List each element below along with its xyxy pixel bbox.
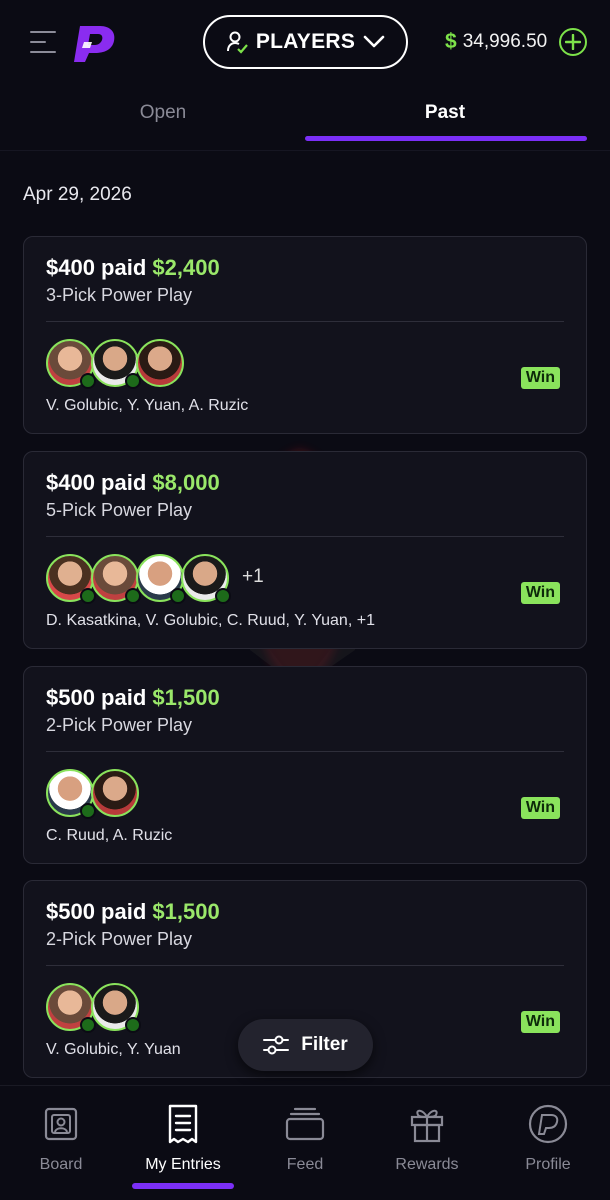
more-players-count: +1 xyxy=(242,566,264,587)
card-divider xyxy=(46,965,564,966)
top-bar: PLAYERS $ 34,996.50 xyxy=(0,0,610,88)
win-badge: Win xyxy=(520,797,560,819)
nav-label: Profile xyxy=(525,1156,571,1173)
entry-amounts: $500 paid $1,500 xyxy=(46,899,220,925)
player-names: V. Golubic, Y. Yuan xyxy=(46,1041,181,1058)
win-badge: Win xyxy=(520,1011,560,1033)
win-badge: Win xyxy=(520,367,560,389)
currency-symbol: $ xyxy=(445,30,457,53)
divider xyxy=(0,150,610,151)
entry-type: 5-Pick Power Play xyxy=(46,500,193,520)
entry-card[interactable]: $500 paid $1,500 2-Pick Power Play C. Ru… xyxy=(23,666,587,864)
card-divider xyxy=(46,751,564,752)
entry-card[interactable]: $400 paid $8,000 5-Pick Power Play +1 D.… xyxy=(23,451,587,649)
user-check-icon xyxy=(226,31,248,54)
check-icon xyxy=(215,588,231,604)
balance-display: $ 34,996.50 xyxy=(445,26,588,58)
feed-icon xyxy=(285,1107,325,1141)
players-dropdown-button[interactable]: PLAYERS xyxy=(203,15,408,69)
nav-label: My Entries xyxy=(145,1156,221,1173)
sliders-icon xyxy=(263,1035,290,1055)
entry-payout: $2,400 xyxy=(152,255,220,280)
plus-icon xyxy=(565,34,582,50)
bottom-nav: Board My Entries Feed Rewards Profile xyxy=(0,1085,610,1200)
players-label: PLAYERS xyxy=(255,30,356,53)
player-names: D. Kasatkina, V. Golubic, C. Ruud, Y. Yu… xyxy=(46,612,375,629)
nav-my-entries[interactable]: My Entries xyxy=(128,1104,238,1174)
nav-feed[interactable]: Feed xyxy=(250,1104,360,1174)
entry-type: 2-Pick Power Play xyxy=(46,929,193,949)
tab-past[interactable]: Past xyxy=(305,90,585,140)
entry-amounts: $400 paid $2,400 xyxy=(46,255,220,281)
profile-icon xyxy=(528,1104,568,1144)
entry-paid: $400 paid xyxy=(46,470,147,495)
nav-label: Feed xyxy=(286,1156,324,1173)
entry-payout: $8,000 xyxy=(152,470,220,495)
date-heading: Apr 29, 2026 xyxy=(23,184,132,205)
entry-paid: $500 paid xyxy=(46,685,147,710)
entry-amounts: $400 paid $8,000 xyxy=(46,470,220,496)
balance-amount: 34,996.50 xyxy=(462,31,548,52)
tab-open[interactable]: Open xyxy=(23,90,303,140)
entry-payout: $1,500 xyxy=(152,685,220,710)
active-tab-indicator xyxy=(305,136,587,141)
win-badge: Win xyxy=(520,582,560,604)
player-avatar xyxy=(91,769,139,817)
entry-payout: $1,500 xyxy=(152,899,220,924)
player-names: V. Golubic, Y. Yuan, A. Ruzic xyxy=(46,397,249,414)
filter-label: Filter xyxy=(301,1034,348,1055)
entries-icon xyxy=(168,1104,198,1144)
nav-label: Board xyxy=(39,1156,83,1173)
entries-tabs: Open Past xyxy=(0,90,610,146)
active-nav-indicator xyxy=(132,1183,234,1189)
add-funds-button[interactable] xyxy=(559,28,588,56)
board-icon xyxy=(44,1107,78,1141)
nav-rewards[interactable]: Rewards xyxy=(372,1104,482,1174)
chevron-down-icon xyxy=(363,35,385,48)
app-logo[interactable] xyxy=(70,22,118,64)
check-icon xyxy=(125,1017,141,1033)
nav-label: Rewards xyxy=(395,1156,459,1173)
nav-board[interactable]: Board xyxy=(6,1104,116,1174)
entry-type: 3-Pick Power Play xyxy=(46,285,193,305)
entry-paid: $400 paid xyxy=(46,255,147,280)
entry-card[interactable]: $400 paid $2,400 3-Pick Power Play V. Go… xyxy=(23,236,587,434)
card-divider xyxy=(46,321,564,322)
card-divider xyxy=(46,536,564,537)
entry-paid: $500 paid xyxy=(46,899,147,924)
menu-icon[interactable] xyxy=(30,28,60,56)
nav-profile[interactable]: Profile xyxy=(493,1104,603,1174)
entry-type: 2-Pick Power Play xyxy=(46,715,193,735)
filter-button[interactable]: Filter xyxy=(238,1019,373,1071)
gift-icon xyxy=(410,1109,444,1143)
player-names: C. Ruud, A. Ruzic xyxy=(46,827,173,844)
entry-amounts: $500 paid $1,500 xyxy=(46,685,220,711)
player-avatar xyxy=(136,339,184,387)
